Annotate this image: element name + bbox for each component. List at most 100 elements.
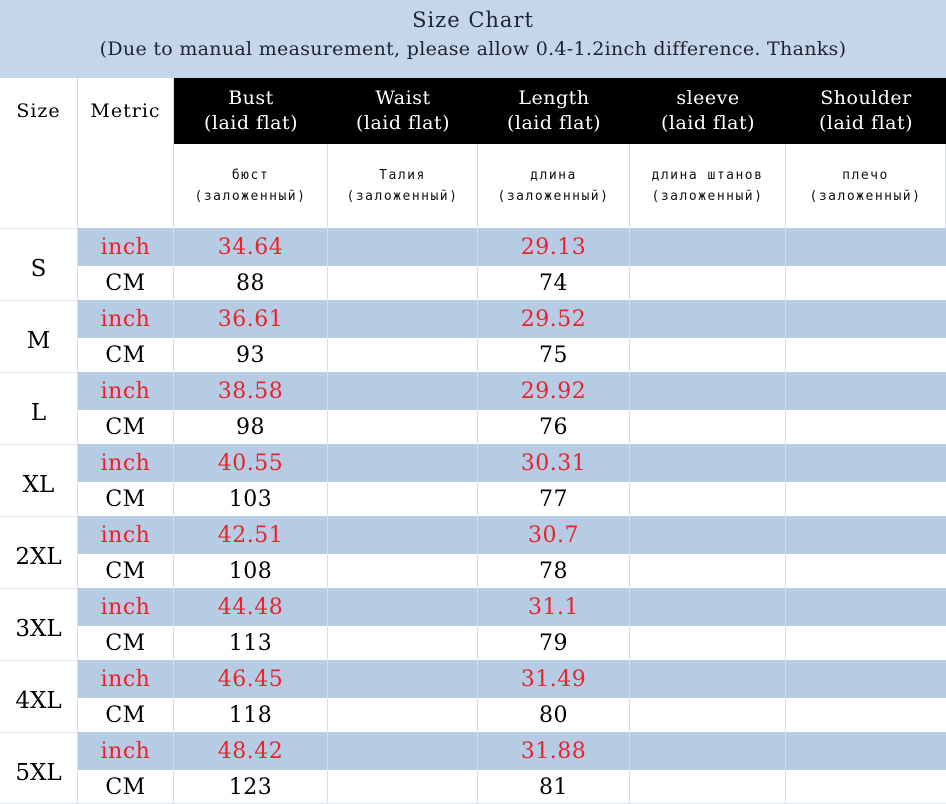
header-bust-name: Bust [228, 87, 274, 109]
cm-bust-value: 93 [174, 338, 328, 372]
header-length-name: Length [518, 87, 590, 109]
inch-length-value: 30.7 [478, 516, 630, 554]
subheader-waist-ru: Талия (заложенный) [328, 144, 478, 228]
metric-label-inch: inch [78, 372, 174, 410]
metric-label-cm: CM [78, 338, 174, 372]
size-label-4xl: 4XL [0, 660, 78, 732]
header-waist-name: Waist [375, 87, 431, 109]
inch-bust-value: 48.42 [174, 732, 328, 770]
metric-label-cm: CM [78, 554, 174, 588]
inch-sleeve-value [630, 228, 786, 266]
inch-row: inch 38.58 29.92 [78, 372, 946, 410]
chart-banner: Size Chart (Due to manual measurement, p… [0, 0, 946, 78]
cm-waist-value [328, 698, 478, 732]
chart-title: Size Chart [412, 8, 534, 32]
inch-row: inch 36.61 29.52 [78, 300, 946, 338]
subheader-length-ru: длина (заложенный) [478, 144, 630, 228]
cm-bust-value: 88 [174, 266, 328, 300]
cm-waist-value [328, 338, 478, 372]
cm-bust-value: 103 [174, 482, 328, 516]
header-metric: Metric [78, 78, 174, 144]
size-row: 5XL inch 48.42 31.88 CM 123 81 [0, 732, 946, 804]
inch-sleeve-value [630, 300, 786, 338]
header-waist-sub: (laid flat) [355, 112, 451, 134]
cm-length-value: 78 [478, 554, 630, 588]
metric-label-inch: inch [78, 444, 174, 482]
header-sleeve-name: sleeve [676, 87, 740, 109]
cm-length-value: 74 [478, 266, 630, 300]
cm-length-value: 79 [478, 626, 630, 660]
size-chart: Size Chart (Due to manual measurement, p… [0, 0, 946, 804]
cm-row: CM 118 80 [78, 698, 946, 732]
cm-waist-value [328, 266, 478, 300]
inch-row: inch 48.42 31.88 [78, 732, 946, 770]
header-length-sub: (laid flat) [506, 112, 602, 134]
inch-shoulder-value [786, 444, 946, 482]
metric-label-cm: CM [78, 410, 174, 444]
cm-shoulder-value [786, 338, 946, 372]
header-shoulder-sub: (laid flat) [818, 112, 914, 134]
inch-sleeve-value [630, 732, 786, 770]
inch-bust-value: 38.58 [174, 372, 328, 410]
inch-shoulder-value [786, 516, 946, 554]
inch-sleeve-value [630, 588, 786, 626]
inch-length-value: 29.52 [478, 300, 630, 338]
cm-row: CM 98 76 [78, 410, 946, 444]
cm-shoulder-value [786, 554, 946, 588]
cm-bust-value: 123 [174, 770, 328, 804]
inch-waist-value [328, 660, 478, 698]
header-sleeve-sub: (laid flat) [660, 112, 756, 134]
subheader-sleeve-ru: длина штанов (заложенный) [630, 144, 786, 228]
inch-bust-value: 46.45 [174, 660, 328, 698]
cm-row: CM 108 78 [78, 554, 946, 588]
inch-row: inch 40.55 30.31 [78, 444, 946, 482]
inch-sleeve-value [630, 660, 786, 698]
inch-shoulder-value [786, 372, 946, 410]
header-size: Size [0, 78, 78, 144]
size-label-2xl: 2XL [0, 516, 78, 588]
size-row: Linch 38.58 29.92 CM 98 76 [0, 372, 946, 444]
cm-waist-value [328, 626, 478, 660]
metric-label-inch: inch [78, 228, 174, 266]
subheader-bust-ru: бюст (заложенный) [174, 144, 328, 228]
header-length: Length (laid flat) [478, 78, 630, 144]
size-row: 2XL inch 42.51 30.7 CM 108 78 [0, 516, 946, 588]
inch-waist-value [328, 228, 478, 266]
inch-shoulder-value [786, 588, 946, 626]
cm-length-value: 80 [478, 698, 630, 732]
metric-label-inch: inch [78, 300, 174, 338]
size-label-5xl: 5XL [0, 732, 78, 804]
cm-row: CM 113 79 [78, 626, 946, 660]
header-sleeve: sleeve (laid flat) [630, 78, 786, 144]
inch-waist-value [328, 516, 478, 554]
cm-waist-value [328, 554, 478, 588]
inch-bust-value: 36.61 [174, 300, 328, 338]
inch-row: inch 44.48 31.1 [78, 588, 946, 626]
metric-label-cm: CM [78, 626, 174, 660]
cm-row: CM 123 81 [78, 770, 946, 804]
cm-length-value: 76 [478, 410, 630, 444]
inch-length-value: 31.49 [478, 660, 630, 698]
metric-label-inch: inch [78, 732, 174, 770]
cm-shoulder-value [786, 266, 946, 300]
metric-label-cm: CM [78, 266, 174, 300]
inch-sleeve-value [630, 444, 786, 482]
size-label-3xl: 3XL [0, 588, 78, 660]
cm-sleeve-value [630, 338, 786, 372]
cm-sleeve-value [630, 698, 786, 732]
size-label-s: S [0, 228, 78, 300]
metric-label-inch: inch [78, 660, 174, 698]
metric-label-cm: CM [78, 482, 174, 516]
header-shoulder: Shoulder (laid flat) [786, 78, 946, 144]
cm-waist-value [328, 770, 478, 804]
size-row: Sinch 34.64 29.13 CM 88 74 [0, 228, 946, 300]
inch-bust-value: 40.55 [174, 444, 328, 482]
cm-waist-value [328, 410, 478, 444]
inch-length-value: 31.1 [478, 588, 630, 626]
cm-sleeve-value [630, 410, 786, 444]
inch-waist-value [328, 588, 478, 626]
inch-shoulder-value [786, 300, 946, 338]
size-label-m: M [0, 300, 78, 372]
inch-sleeve-value [630, 516, 786, 554]
inch-shoulder-value [786, 732, 946, 770]
